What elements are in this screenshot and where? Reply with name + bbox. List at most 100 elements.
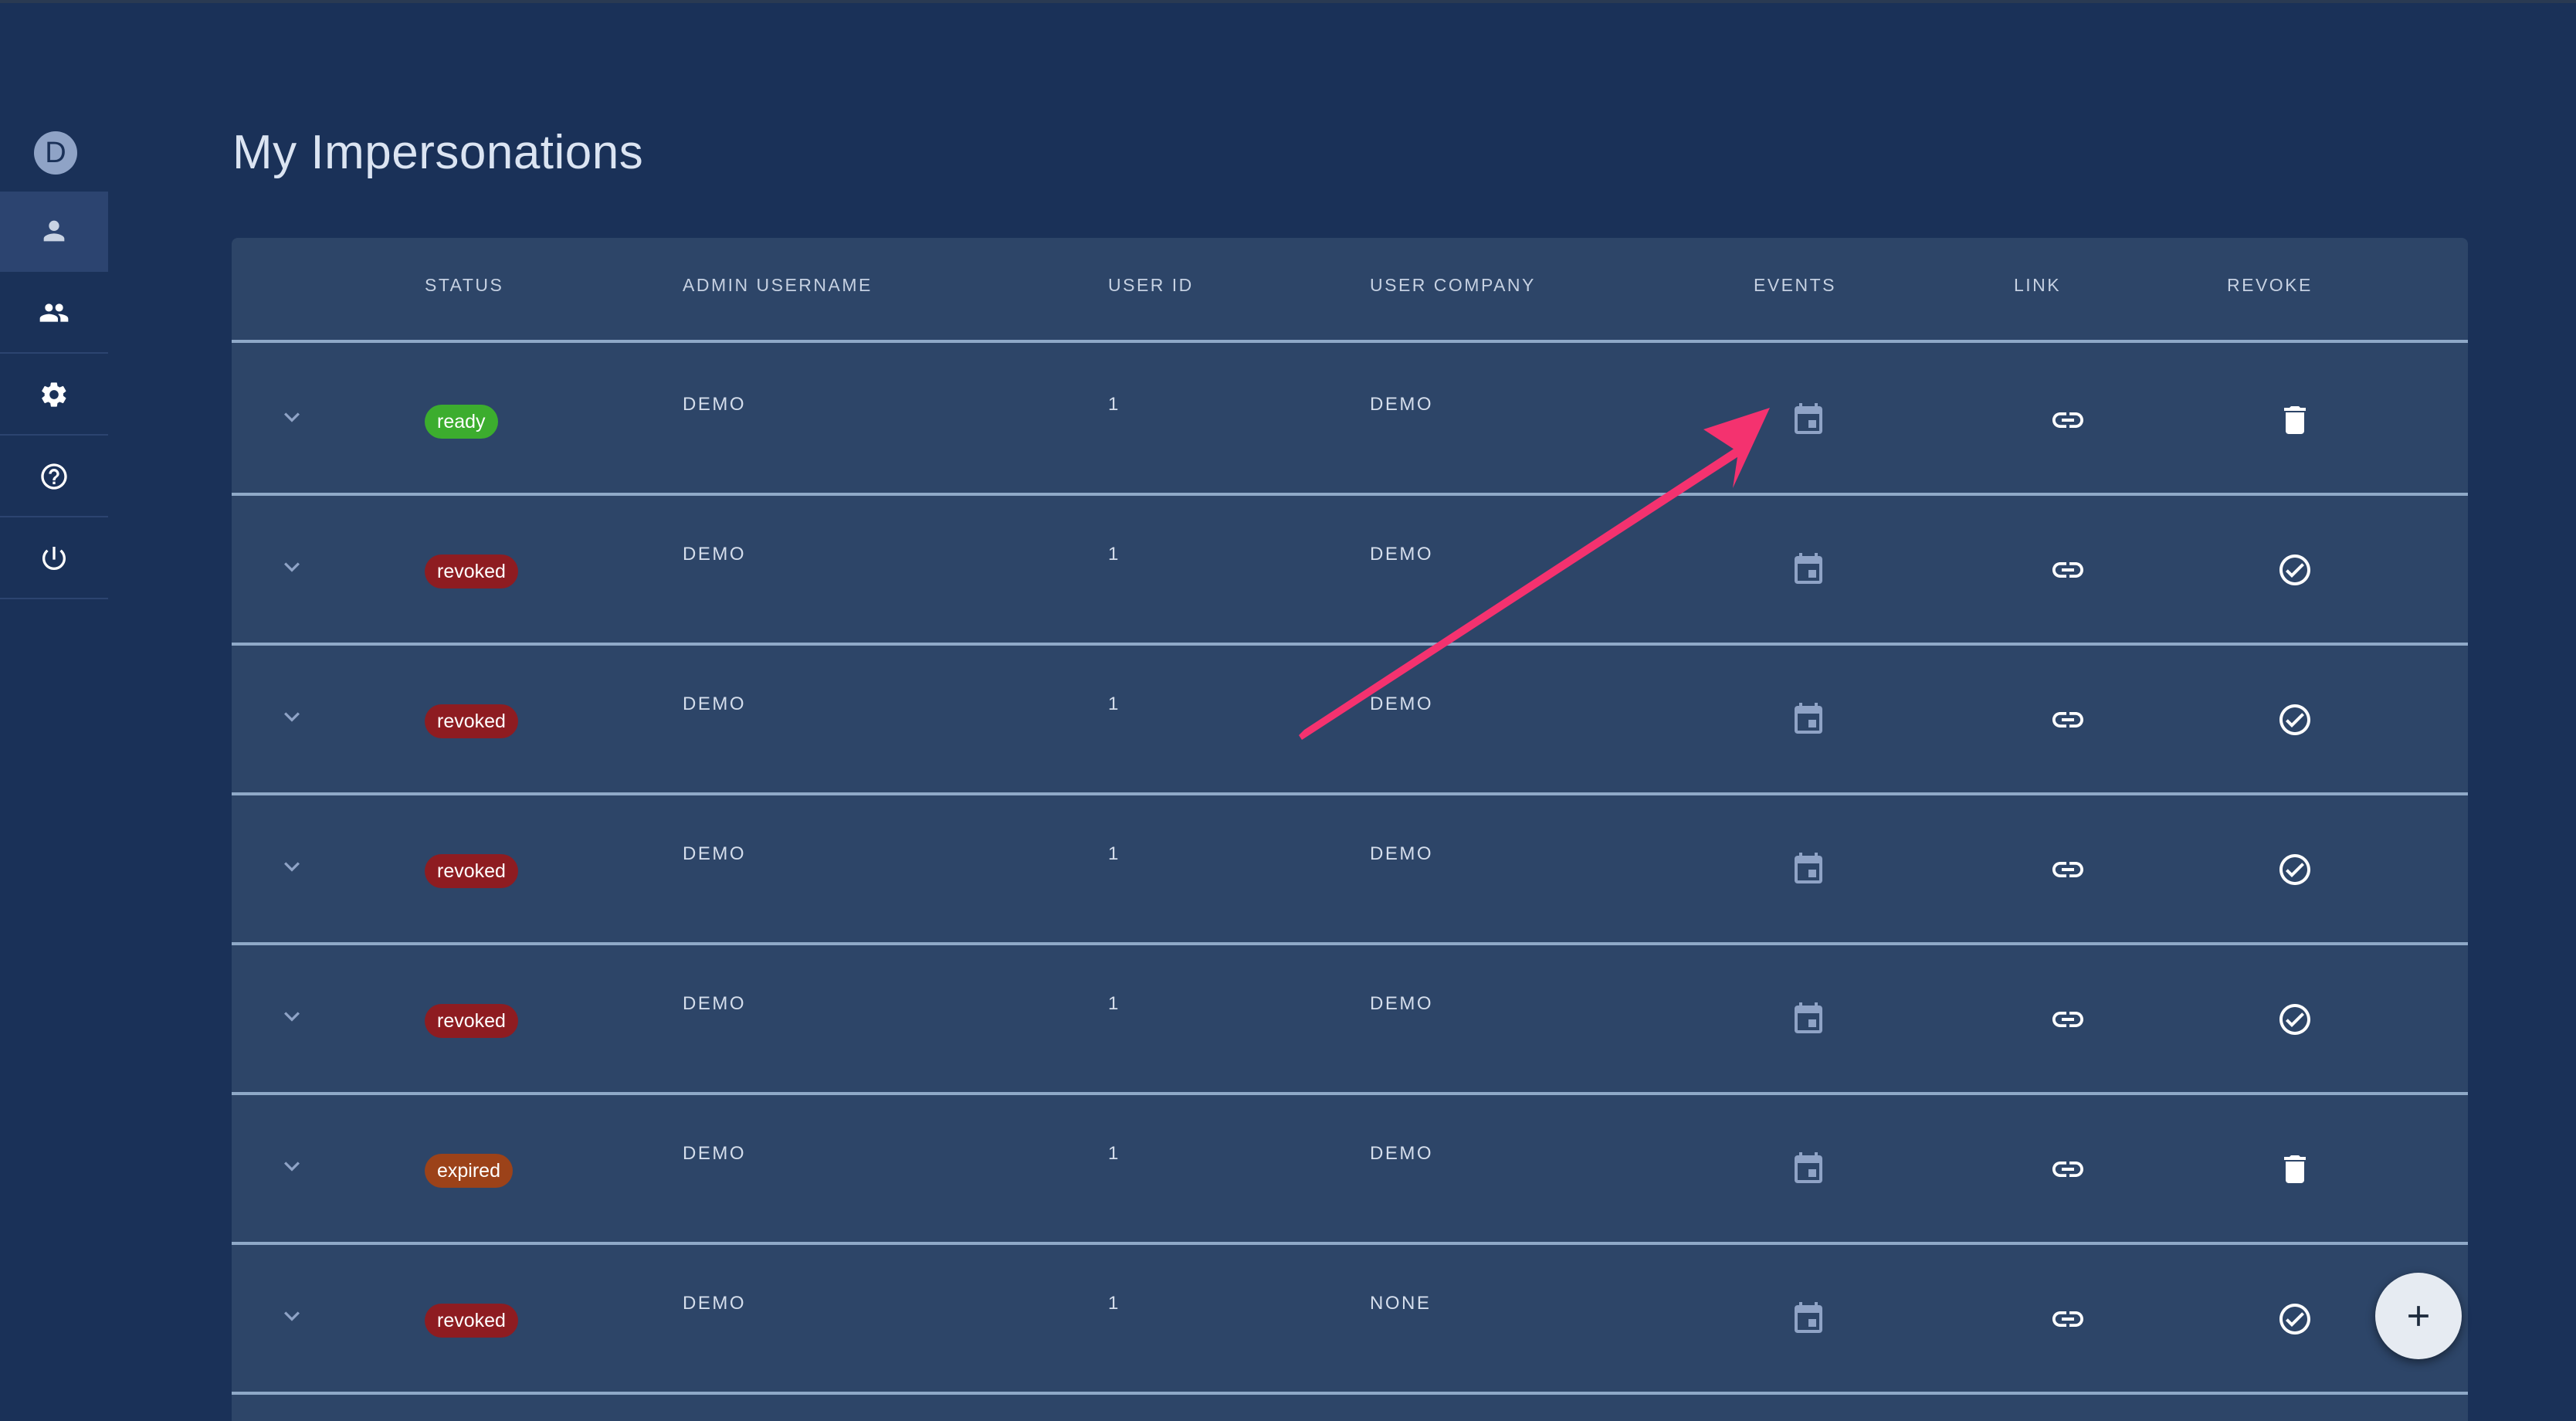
copy-link-button[interactable] xyxy=(2049,851,2086,888)
chevron-down-icon xyxy=(284,412,300,422)
expand-row-button[interactable] xyxy=(276,851,307,882)
events-button[interactable] xyxy=(1790,1001,1827,1038)
link-icon xyxy=(2052,712,2083,727)
calendar-icon xyxy=(1795,1152,1822,1183)
column-header-status[interactable]: STATUS xyxy=(425,275,503,296)
column-header-admin-username[interactable]: ADMIN USERNAME xyxy=(683,275,873,296)
table-header: STATUS ADMIN USERNAME USER ID USER COMPA… xyxy=(232,238,2468,343)
revoked-indicator xyxy=(2276,1301,2313,1338)
chevron-down-icon xyxy=(284,1311,300,1321)
check-circle-icon xyxy=(2279,1304,2310,1335)
add-impersonation-button[interactable] xyxy=(2375,1273,2462,1359)
user-company-cell: DEMO xyxy=(1370,993,1433,1014)
user-id-cell: 1 xyxy=(1108,394,1120,415)
admin-username-cell: DEMO xyxy=(683,1293,746,1314)
status-badge: revoked xyxy=(425,1004,518,1038)
events-button[interactable] xyxy=(1790,402,1827,439)
chevron-down-icon xyxy=(284,862,300,872)
table-row[interactable]: ready DEMO 1 DEMO xyxy=(232,346,2468,496)
table-row[interactable]: expired DEMO 1 DEMO xyxy=(232,1095,2468,1245)
column-header-user-id[interactable]: USER ID xyxy=(1108,275,1194,296)
avatar[interactable]: D xyxy=(34,131,77,175)
copy-link-button[interactable] xyxy=(2049,551,2086,588)
check-circle-icon xyxy=(2279,854,2310,885)
user-company-cell: DEMO xyxy=(1370,843,1433,864)
expand-row-button[interactable] xyxy=(276,701,307,732)
table-row[interactable]: revoked DEMO 1 DEMO xyxy=(232,795,2468,945)
admin-username-cell: DEMO xyxy=(683,394,746,415)
calendar-icon xyxy=(1795,403,1822,434)
events-button[interactable] xyxy=(1790,551,1827,588)
admin-username-cell: DEMO xyxy=(683,1143,746,1164)
link-icon xyxy=(2052,1162,2083,1177)
user-company-cell: NONE xyxy=(1370,1293,1432,1314)
sidebar: D xyxy=(0,0,108,1421)
chevron-down-icon xyxy=(284,1162,300,1172)
top-border xyxy=(0,0,2576,3)
copy-link-button[interactable] xyxy=(2049,1001,2086,1038)
copy-link-button[interactable] xyxy=(2049,402,2086,439)
user-id-cell: 1 xyxy=(1108,993,1120,1014)
copy-link-button[interactable] xyxy=(2049,1301,2086,1338)
user-id-cell: 1 xyxy=(1108,544,1120,565)
status-badge: revoked xyxy=(425,554,518,588)
user-company-cell: DEMO xyxy=(1370,694,1433,714)
check-circle-icon xyxy=(2279,554,2310,585)
status-badge: ready xyxy=(425,405,498,439)
check-circle-icon xyxy=(2279,1004,2310,1035)
chevron-down-icon xyxy=(284,1012,300,1022)
help-icon xyxy=(41,463,67,490)
sidebar-item-impersonations[interactable] xyxy=(0,192,108,272)
table-row[interactable]: revoked DEMO 1 DEMO xyxy=(232,646,2468,795)
status-badge: revoked xyxy=(425,854,518,888)
revoke-button[interactable] xyxy=(2276,1151,2313,1188)
revoke-button[interactable] xyxy=(2276,402,2313,439)
group-icon xyxy=(39,304,69,322)
column-header-events[interactable]: EVENTS xyxy=(1754,275,1836,296)
events-button[interactable] xyxy=(1790,701,1827,738)
events-button[interactable] xyxy=(1790,851,1827,888)
column-header-link[interactable]: LINK xyxy=(2014,275,2061,296)
sidebar-item-settings[interactable] xyxy=(0,355,108,436)
link-icon xyxy=(2052,862,2083,877)
expand-row-button[interactable] xyxy=(276,1001,307,1032)
admin-username-cell: DEMO xyxy=(683,694,746,714)
trash-icon xyxy=(2284,1155,2306,1183)
table-row[interactable]: revoked DEMO 1 DEMO xyxy=(232,945,2468,1095)
expand-row-button[interactable] xyxy=(276,1301,307,1331)
check-circle-icon xyxy=(2279,704,2310,735)
status-badge: revoked xyxy=(425,1304,518,1338)
user-id-cell: 1 xyxy=(1108,694,1120,714)
link-icon xyxy=(2052,1012,2083,1027)
expand-row-button[interactable] xyxy=(276,1151,307,1182)
person-icon xyxy=(43,220,65,242)
revoked-indicator xyxy=(2276,551,2313,588)
table-row[interactable]: revoked DEMO 1 DEMO xyxy=(232,496,2468,646)
status-badge: expired xyxy=(425,1154,513,1188)
sidebar-item-help[interactable] xyxy=(0,437,108,517)
column-header-revoke[interactable]: REVOKE xyxy=(2227,275,2313,296)
copy-link-button[interactable] xyxy=(2049,1151,2086,1188)
user-company-cell: DEMO xyxy=(1370,544,1433,565)
events-button[interactable] xyxy=(1790,1151,1827,1188)
user-id-cell: 1 xyxy=(1108,1143,1120,1164)
chevron-down-icon xyxy=(284,562,300,572)
expand-row-button[interactable] xyxy=(276,402,307,432)
calendar-icon xyxy=(1795,553,1822,584)
events-button[interactable] xyxy=(1790,1301,1827,1338)
user-company-cell: DEMO xyxy=(1370,1143,1433,1164)
calendar-icon xyxy=(1795,1302,1822,1333)
column-header-user-company[interactable]: USER COMPANY xyxy=(1370,275,1536,296)
sidebar-item-users[interactable] xyxy=(0,273,108,354)
table-row[interactable]: revoked DEMO 1 NONE xyxy=(232,1245,2468,1395)
trash-icon xyxy=(2284,406,2306,434)
calendar-icon xyxy=(1795,853,1822,883)
link-icon xyxy=(2052,1311,2083,1327)
plus-icon xyxy=(2408,1306,2429,1326)
admin-username-cell: DEMO xyxy=(683,544,746,565)
status-badge: revoked xyxy=(425,704,518,738)
expand-row-button[interactable] xyxy=(276,551,307,582)
copy-link-button[interactable] xyxy=(2049,701,2086,738)
sidebar-item-logout[interactable] xyxy=(0,519,108,599)
page-title: My Impersonations xyxy=(232,126,644,179)
